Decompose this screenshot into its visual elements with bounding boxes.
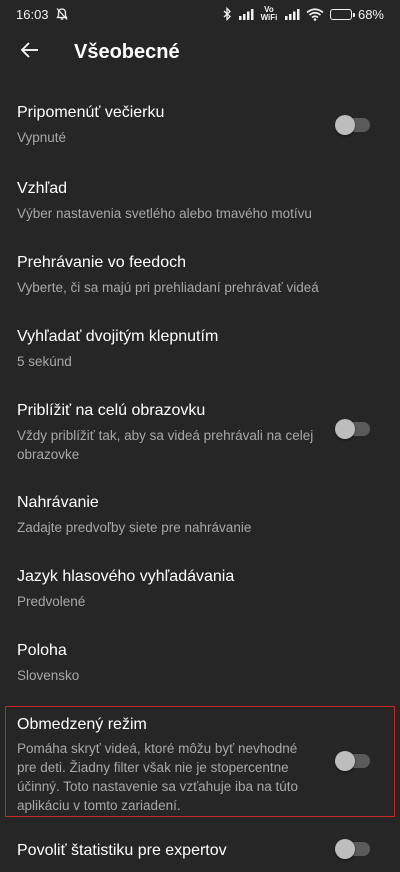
toggle-switch[interactable] (335, 751, 370, 771)
setting-row[interactable]: Jazyk hlasového vyhľadávania Predvolené (0, 568, 400, 632)
setting-row[interactable]: Poloha Slovensko (0, 642, 400, 706)
setting-title: Nahrávanie (17, 494, 99, 511)
status-bar: 16:03 Vo WiFi 68% (0, 0, 400, 28)
setting-subtitle: 5 sekúnd (17, 354, 72, 369)
setting-title: Vzhľad (17, 180, 68, 197)
vowifi-icon: Vo WiFi (260, 5, 278, 22)
toggle-knob (335, 419, 355, 439)
setting-subtitle: Pomáha skryť videá, ktoré môžu byť nevho… (17, 741, 299, 813)
page-title: Všeobecné (74, 41, 180, 63)
setting-title: Priblížiť na celú obrazovku (17, 402, 206, 419)
setting-subtitle: Výber nastavenia svetlého alebo tmavého … (17, 206, 312, 221)
toggle-knob (335, 751, 355, 771)
toggle-switch[interactable] (335, 419, 370, 439)
setting-row[interactable]: Prehrávanie vo feedoch Vyberte, či sa maj… (0, 254, 400, 318)
setting-subtitle: Zadajte predvoľby siete pre nahrávanie (17, 520, 252, 535)
setting-subtitle: Slovensko (17, 668, 80, 683)
setting-subtitle: Vždy priblížiť tak, aby sa videá prehráv… (17, 428, 314, 462)
battery-icon (329, 8, 355, 20)
toggle-switch[interactable] (335, 115, 370, 135)
setting-row[interactable]: Povoliť štatistiku pre expertov (0, 839, 400, 872)
app-bar: Všeobecné (0, 28, 400, 76)
setting-title: Jazyk hlasového vyhľadávania (17, 568, 235, 585)
setting-title: Prehrávanie vo feedoch (17, 254, 186, 271)
setting-subtitle: Vyberte, či sa majú pri prehliadaní preh… (17, 280, 319, 295)
setting-subtitle: Predvolené (17, 594, 86, 609)
back-button[interactable] (14, 36, 46, 68)
setting-title: Obmedzený režim (17, 716, 147, 733)
setting-row[interactable]: Vyhľadať dvojitým klepnutím 5 sekúnd (0, 328, 400, 392)
setting-subtitle: Vypnuté (17, 130, 67, 145)
battery-percent: 68% (357, 6, 384, 22)
signal-strength-icon-2 (284, 8, 300, 20)
status-right: Vo WiFi 68% (222, 6, 384, 22)
setting-title: Pripomenúť večierku (17, 104, 165, 121)
arrow-left-icon (20, 40, 40, 65)
setting-row[interactable]: Pripomenúť večierku Vypnuté (0, 104, 400, 168)
signal-strength-icon (238, 8, 254, 20)
setting-title: Vyhľadať dvojitým klepnutím (17, 328, 219, 345)
setting-row[interactable]: Vzhľad Výber nastavenia svetlého alebo tm… (0, 180, 400, 244)
bluetooth-icon (222, 7, 232, 21)
setting-title: Poloha (17, 642, 67, 659)
setting-row[interactable]: Obmedzený režim Pomáha skryť videá, ktoré… (0, 716, 400, 813)
setting-row[interactable]: Priblížiť na celú obrazovku Vždy priblíži… (0, 402, 400, 482)
toggle-knob (335, 115, 355, 135)
setting-row[interactable]: Nahrávanie Zadajte predvoľby siete pre na… (0, 494, 400, 558)
setting-title: Povoliť štatistiku pre expertov (17, 842, 227, 859)
status-time: 16:03 (16, 6, 49, 22)
toggle-switch[interactable] (335, 839, 370, 859)
wifi-icon (306, 7, 324, 21)
toggle-knob (335, 839, 355, 859)
alarm-off-icon (55, 7, 69, 21)
status-left: 16:03 (16, 7, 69, 22)
